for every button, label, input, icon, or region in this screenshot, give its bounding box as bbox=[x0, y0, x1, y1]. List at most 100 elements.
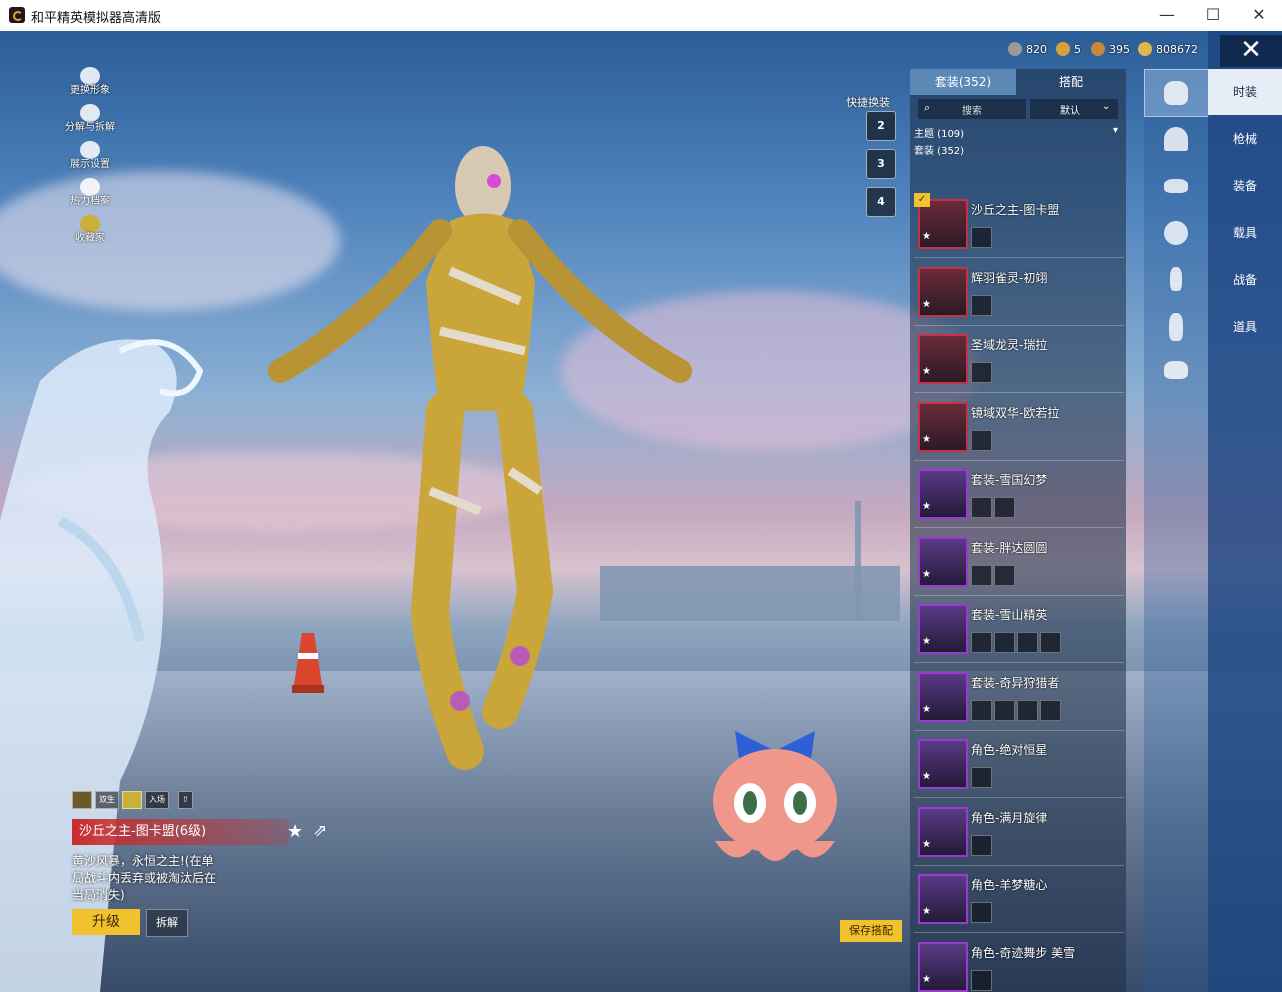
outfit-name: 套装-雪国幻梦 bbox=[971, 473, 1048, 487]
collector-icon bbox=[80, 215, 100, 233]
tab-items[interactable]: 道具 bbox=[1208, 304, 1282, 350]
pants-icon[interactable] bbox=[1169, 313, 1183, 341]
star-icon: ★ bbox=[922, 433, 931, 445]
outfit-name: 套装-胖达圆圆 bbox=[971, 540, 1048, 555]
list-item[interactable]: ★ 套装-奇异狩猎者 bbox=[914, 666, 1124, 731]
sub-item-thumbnail[interactable] bbox=[971, 564, 992, 586]
star-icon: ★ bbox=[922, 973, 931, 985]
search-input[interactable]: ⌕ 搜索 bbox=[918, 99, 1026, 119]
save-combination-button[interactable]: 保存搭配 bbox=[840, 920, 902, 942]
list-item[interactable]: ★ 圣域龙灵-瑞拉 bbox=[914, 328, 1124, 393]
favorite-star-icon[interactable]: ★ bbox=[287, 821, 303, 842]
cap-icon[interactable] bbox=[1164, 127, 1188, 151]
flame-icon bbox=[80, 178, 100, 196]
tab-battle-prep[interactable]: 战备 bbox=[1208, 257, 1282, 303]
outfit-name: 角色-羊梦糖心 bbox=[971, 878, 1048, 892]
info-icon[interactable]: ⇧ bbox=[178, 791, 193, 809]
star-icon: ★ bbox=[922, 838, 931, 850]
skin-title: 沙丘之主-图卡盟(6级) bbox=[72, 819, 289, 845]
currency-gold: 808672 bbox=[1138, 39, 1198, 59]
close-panel-button[interactable]: ✕ bbox=[1220, 35, 1282, 67]
shoes-icon[interactable] bbox=[1164, 361, 1188, 379]
game-viewport: 更换形象 分解与拆解 展示设置 热力档案 收藏家 快捷换装 2 3 4 820 … bbox=[0, 31, 1282, 992]
sub-item-thumbnail[interactable] bbox=[994, 497, 1015, 518]
quick-change-label: 快捷换装 bbox=[846, 96, 890, 109]
side-menu-collector[interactable]: 收藏家 bbox=[60, 215, 120, 252]
sub-item-thumbnail[interactable] bbox=[1017, 632, 1038, 653]
window-title: 和平精英模拟器高清版 bbox=[31, 11, 162, 26]
quick-change-slot-2[interactable]: 2 bbox=[866, 111, 896, 141]
list-item[interactable]: ★ 套装-雪山精英 bbox=[914, 598, 1124, 663]
sub-item-thumbnail[interactable] bbox=[971, 902, 992, 923]
mummy-character-model bbox=[268, 146, 692, 770]
share-icon[interactable]: ⇗ bbox=[313, 821, 327, 841]
eye-icon bbox=[80, 141, 100, 159]
star-icon: ★ bbox=[922, 298, 931, 310]
star-icon: ★ bbox=[922, 906, 931, 917]
sub-item-thumbnail[interactable] bbox=[971, 632, 992, 653]
outfit-name: 角色-绝对恒星 bbox=[971, 743, 1048, 757]
sub-item-thumbnail[interactable] bbox=[971, 969, 992, 991]
currency-token: 5 bbox=[1056, 39, 1081, 59]
outfit-icon[interactable] bbox=[1164, 81, 1188, 105]
sub-item-thumbnail[interactable] bbox=[971, 497, 992, 518]
sub-item-thumbnail[interactable] bbox=[1040, 632, 1061, 653]
minimize-button[interactable]: — bbox=[1144, 0, 1190, 31]
star-icon: ★ bbox=[922, 636, 931, 647]
body-icon[interactable] bbox=[1170, 267, 1182, 291]
dismantle-button[interactable]: 拆解 bbox=[146, 909, 188, 937]
face-icon[interactable] bbox=[1164, 221, 1188, 245]
sub-item-thumbnail[interactable] bbox=[971, 362, 992, 383]
sub-item-thumbnail[interactable] bbox=[971, 227, 992, 248]
tab-outfits[interactable]: 套装(352) bbox=[910, 69, 1016, 95]
tab-equipment[interactable]: 装备 bbox=[1208, 163, 1282, 209]
goggles-icon[interactable] bbox=[1164, 179, 1188, 193]
sub-item-thumbnail[interactable] bbox=[971, 294, 992, 316]
close-window-button[interactable]: ✕ bbox=[1236, 0, 1282, 31]
side-menu-change-look[interactable]: 更换形象 bbox=[60, 67, 120, 104]
tab-combinations[interactable]: 搭配 bbox=[1016, 69, 1126, 95]
maximize-button[interactable]: ☐ bbox=[1190, 0, 1236, 31]
badge-entrance: 入场 bbox=[145, 791, 169, 809]
tower bbox=[855, 501, 861, 621]
sub-item-thumbnail[interactable] bbox=[994, 699, 1015, 721]
outfit-name: 镜域双华-欧若拉 bbox=[971, 405, 1060, 420]
list-item[interactable]: ★ 角色-奇迹舞步 美雪 bbox=[914, 936, 1124, 992]
tab-vehicles[interactable]: 载具 bbox=[1208, 210, 1282, 256]
tab-guns[interactable]: 枪械 bbox=[1208, 116, 1282, 162]
outfit-name: 圣域龙灵-瑞拉 bbox=[971, 338, 1048, 352]
octopus-pet bbox=[713, 731, 837, 861]
sub-item-thumbnail[interactable] bbox=[971, 699, 992, 721]
quick-change-slot-4[interactable]: 4 bbox=[866, 187, 896, 217]
outfit-list-panel: 套装(352) 搭配 ⌕ 搜索 默认 ⌄ 主题 (109) ▾ 套装 (352)… bbox=[910, 69, 1126, 992]
smile-icon bbox=[122, 791, 142, 809]
list-item[interactable]: ★ 角色-绝对恒星 bbox=[914, 733, 1124, 798]
side-menu-display-settings[interactable]: 展示设置 bbox=[60, 141, 120, 178]
sub-item-thumbnail[interactable] bbox=[994, 632, 1015, 653]
sub-item-thumbnail[interactable] bbox=[971, 767, 992, 788]
outfit-name: 套装-雪山精英 bbox=[971, 608, 1048, 622]
list-item[interactable]: ★ 角色-满月旋律 bbox=[914, 801, 1124, 866]
side-menu-dismantle[interactable]: 分解与拆解 bbox=[60, 104, 120, 141]
theme-filter[interactable]: 主题 (109) ▾ bbox=[914, 125, 1120, 140]
skin-badges: 双生 入场 ⇧ bbox=[72, 791, 193, 809]
upgrade-button[interactable]: 升级 bbox=[72, 909, 140, 935]
app-icon bbox=[9, 7, 25, 23]
sub-item-thumbnail[interactable] bbox=[971, 429, 992, 451]
list-item[interactable]: ★ 角色-羊梦糖心 bbox=[914, 868, 1124, 933]
side-menu-heat-archive[interactable]: 热力档案 bbox=[60, 178, 120, 215]
outfit-name: 角色-满月旋律 bbox=[971, 810, 1048, 825]
sub-item-thumbnail[interactable] bbox=[971, 834, 992, 856]
list-item[interactable]: ★ 辉羽雀灵-初翊 bbox=[914, 261, 1124, 326]
list-item[interactable]: ★ 套装-胖达圆圆 bbox=[914, 531, 1124, 596]
sub-item-thumbnail[interactable] bbox=[1017, 699, 1038, 721]
tab-fashion[interactable]: 时装 bbox=[1208, 69, 1282, 115]
sort-dropdown[interactable]: 默认 ⌄ bbox=[1030, 99, 1118, 119]
sub-item-thumbnail[interactable] bbox=[1040, 699, 1061, 721]
sub-item-thumbnail[interactable] bbox=[994, 564, 1015, 586]
star-icon: ★ bbox=[922, 703, 931, 715]
list-item[interactable]: ★ 沙丘之主-图卡盟 ✓ bbox=[914, 193, 1124, 258]
quick-change-slot-3[interactable]: 3 bbox=[866, 149, 896, 179]
list-item[interactable]: ★ 镜域双华-欧若拉 bbox=[914, 396, 1124, 461]
list-item[interactable]: ★ 套装-雪国幻梦 bbox=[914, 463, 1124, 528]
